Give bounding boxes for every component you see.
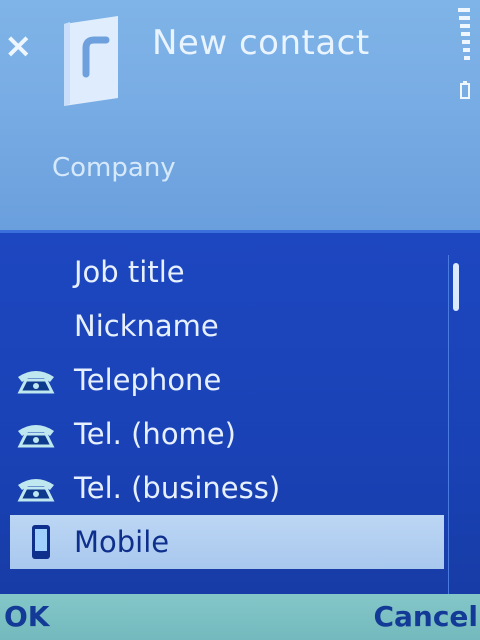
telephone-icon — [17, 371, 55, 394]
scrollbar[interactable] — [448, 255, 463, 595]
list-item-label: Tel. (home) — [74, 417, 236, 451]
close-icon[interactable]: × — [4, 26, 33, 66]
list-item[interactable]: Telephone — [0, 353, 440, 407]
softkey-bar: OK Cancel — [0, 594, 480, 640]
mobile-phone-icon — [32, 525, 50, 559]
list-item[interactable]: Job title — [0, 245, 440, 299]
list-item-label: Telephone — [74, 363, 222, 397]
scroll-thumb[interactable] — [453, 263, 459, 311]
list-item-label: Mobile — [74, 525, 170, 559]
list-item-label: Job title — [74, 255, 185, 289]
telephone-icon — [17, 425, 55, 448]
list-item-label: Tel. (business) — [74, 471, 281, 505]
list-item-selected[interactable]: Mobile — [10, 515, 444, 569]
company-field[interactable]: Company — [52, 146, 176, 190]
phone-screen: × New contact Company Job title Nickname — [0, 0, 480, 640]
field-list: Job title Nickname Telephone Tel. (home) — [0, 230, 480, 597]
list-item[interactable]: Tel. (business) — [0, 461, 440, 515]
list-item[interactable]: Tel. (home) — [0, 407, 440, 461]
signal-strength-icon — [458, 8, 470, 99]
cancel-button[interactable]: Cancel — [373, 594, 478, 640]
header: × New contact Company — [0, 0, 480, 230]
page-title: New contact — [152, 23, 370, 63]
ok-button[interactable]: OK — [4, 594, 50, 640]
list-item[interactable]: Nickname — [0, 299, 440, 353]
contact-card-icon — [64, 16, 118, 106]
telephone-icon — [17, 479, 55, 502]
list-item-label: Nickname — [74, 309, 219, 343]
